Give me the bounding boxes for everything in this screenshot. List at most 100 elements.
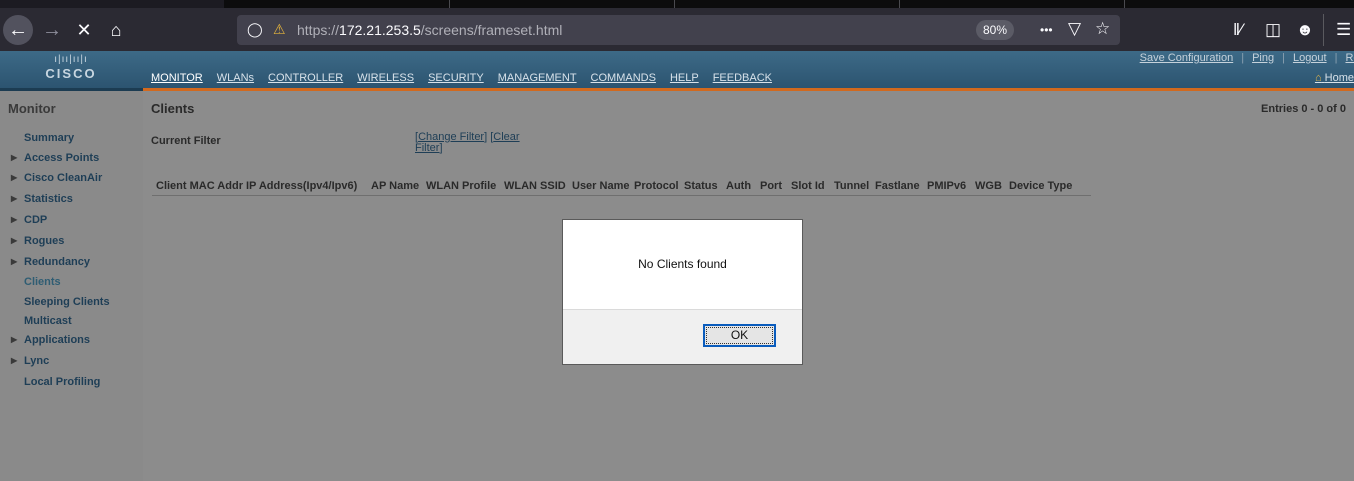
sidebar-item-access-points[interactable]: ▶ Access Points <box>11 152 100 164</box>
column-header[interactable]: Auth <box>726 180 751 192</box>
nav-commands[interactable]: COMMANDS <box>591 72 656 84</box>
sidebar-item-cisco-cleanair[interactable]: ▶ Cisco CleanAir <box>11 172 102 184</box>
nav-wlans[interactable]: WLANs <box>217 72 254 84</box>
bookmark-star-icon[interactable]: ☆ <box>1095 19 1110 39</box>
expand-arrow-icon[interactable]: ▶ <box>11 356 17 365</box>
nav-wireless[interactable]: WIRELESS <box>357 72 414 84</box>
column-header[interactable]: Status <box>684 180 718 192</box>
page-title: Clients <box>151 101 195 116</box>
app-header: ı|ıı|ıı|ı CISCO MONITOR WLANs CONTROLLER WI… <box>0 51 1354 91</box>
shield-icon[interactable]: ◯ <box>247 21 263 38</box>
clients-table-header: Client MAC Addr IP Address(Ipv4/Ipv6) AP… <box>152 180 1091 196</box>
column-header[interactable]: WLAN Profile <box>426 180 496 192</box>
url-text[interactable]: https://172.21.253.5/screens/frameset.ht… <box>297 22 562 38</box>
sidebar-item-label: Statistics <box>24 193 73 205</box>
zoom-level-badge[interactable]: 80% <box>976 20 1014 40</box>
sidebar-item-label: Multicast <box>24 315 72 327</box>
home-small-icon: ⌂ <box>1314 72 1322 84</box>
url-bar[interactable]: ◯ ⚠ https://172.21.253.5/screens/framese… <box>237 15 1120 45</box>
column-header[interactable]: Tunnel <box>834 180 869 192</box>
sidebar-item-cdp[interactable]: ▶ CDP <box>11 214 48 226</box>
nav-monitor[interactable]: MONITOR <box>151 72 203 84</box>
sidebar: Monitor Summary ▶ Access Points ▶ Cisco Cl… <box>0 91 143 481</box>
refresh-link[interactable]: Refresh <box>1345 52 1354 64</box>
sidebar-item-label: Sleeping Clients <box>24 296 110 308</box>
current-filter-label: Current Filter <box>151 135 221 147</box>
cisco-bars-icon: ı|ıı|ıı|ı <box>54 54 88 65</box>
sidebar-item-rogues[interactable]: ▶ Rogues <box>11 235 65 247</box>
sidebar-item-clients[interactable]: Clients <box>24 276 61 288</box>
column-header[interactable]: Device Type <box>1009 180 1072 192</box>
tab-area[interactable] <box>224 0 1354 8</box>
sidebar-item-statistics[interactable]: ▶ Statistics <box>11 193 73 205</box>
sidebar-item-multicast[interactable]: Multicast <box>24 315 72 327</box>
stop-icon[interactable]: ✕ <box>69 15 99 45</box>
nav-management[interactable]: MANAGEMENT <box>498 72 577 84</box>
sidebar-toggle-icon[interactable]: ◫ <box>1265 20 1281 40</box>
home-icon[interactable]: ⌂ <box>101 15 131 45</box>
column-header[interactable]: Port <box>760 180 782 192</box>
sidebar-item-label: Applications <box>24 334 91 346</box>
column-header[interactable]: Slot Id <box>791 180 825 192</box>
expand-arrow-icon[interactable]: ▶ <box>11 194 17 203</box>
column-header[interactable]: WGB <box>975 180 1002 192</box>
home-link[interactable]: ⌂ Home <box>1315 72 1354 84</box>
tab-strip <box>0 0 1354 8</box>
entries-count: Entries 0 - 0 of 0 <box>1261 103 1346 115</box>
account-icon[interactable]: ☻ <box>1296 20 1314 40</box>
column-header[interactable]: User Name <box>572 180 629 192</box>
expand-arrow-icon[interactable]: ▶ <box>11 236 17 245</box>
sidebar-item-label: Rogues <box>24 235 65 247</box>
nav-security[interactable]: SECURITY <box>428 72 484 84</box>
column-header[interactable]: Protocol <box>634 180 679 192</box>
alert-dialog: No Clients found OK <box>562 219 803 365</box>
sidebar-item-label: Redundancy <box>24 256 91 268</box>
column-header[interactable]: PMIPv6 <box>927 180 966 192</box>
logo-text: CISCO <box>45 66 97 81</box>
sidebar-item-label: Clients <box>24 276 61 288</box>
expand-arrow-icon[interactable]: ▶ <box>11 153 17 162</box>
sidebar-item-local-profiling[interactable]: Local Profiling <box>24 376 100 388</box>
tab-separator <box>899 0 900 8</box>
logout-link[interactable]: Logout <box>1293 52 1327 64</box>
home-link-label: Home <box>1324 72 1354 84</box>
tab-separator <box>674 0 675 8</box>
tab-separator <box>1124 0 1125 8</box>
column-header[interactable]: Fastlane <box>875 180 920 192</box>
expand-arrow-icon[interactable]: ▶ <box>11 215 17 224</box>
sidebar-item-label: Access Points <box>24 152 100 164</box>
toolbar-divider <box>1323 14 1324 46</box>
sidebar-title: Monitor <box>8 101 56 116</box>
back-icon[interactable]: ← <box>3 15 33 45</box>
expand-arrow-icon[interactable]: ▶ <box>11 335 17 344</box>
tab-separator <box>449 0 450 8</box>
sidebar-item-redundancy[interactable]: ▶ Redundancy <box>11 256 91 268</box>
column-header[interactable]: AP Name <box>371 180 419 192</box>
filter-links: [Change Filter] [Clear Filter] <box>415 131 520 154</box>
sidebar-item-sleeping-clients[interactable]: Sleeping Clients <box>24 296 110 308</box>
nav-help[interactable]: HELP <box>670 72 699 84</box>
expand-arrow-icon[interactable]: ▶ <box>11 173 17 182</box>
sidebar-item-summary[interactable]: Summary <box>24 132 74 144</box>
pocket-icon[interactable]: ▽ <box>1068 19 1081 39</box>
page-actions-icon[interactable]: ••• <box>1040 23 1053 37</box>
dialog-footer: OK <box>563 309 802 364</box>
link-separator: | <box>1334 52 1338 64</box>
column-header[interactable]: WLAN SSID <box>504 180 566 192</box>
expand-arrow-icon[interactable]: ▶ <box>11 257 17 266</box>
column-header[interactable]: IP Address(Ipv4/Ipv6) <box>246 180 357 192</box>
insecure-lock-icon[interactable]: ⚠ <box>273 21 286 38</box>
sidebar-item-label: CDP <box>24 214 48 226</box>
library-icon[interactable]: ‖⁄ <box>1233 20 1243 40</box>
sidebar-item-applications[interactable]: ▶ Applications <box>11 334 91 346</box>
nav-feedback[interactable]: FEEDBACK <box>713 72 772 84</box>
forward-icon[interactable]: → <box>37 15 67 45</box>
ok-button[interactable]: OK <box>703 324 776 347</box>
column-header[interactable]: Client MAC Addr <box>156 180 243 192</box>
sidebar-item-label: Lync <box>24 355 50 367</box>
save-configuration-link[interactable]: Save Configuration <box>1140 52 1234 64</box>
menu-icon[interactable]: ☰ <box>1336 20 1351 40</box>
nav-controller[interactable]: CONTROLLER <box>268 72 343 84</box>
sidebar-item-lync[interactable]: ▶ Lync <box>11 355 50 367</box>
ping-link[interactable]: Ping <box>1252 52 1274 64</box>
